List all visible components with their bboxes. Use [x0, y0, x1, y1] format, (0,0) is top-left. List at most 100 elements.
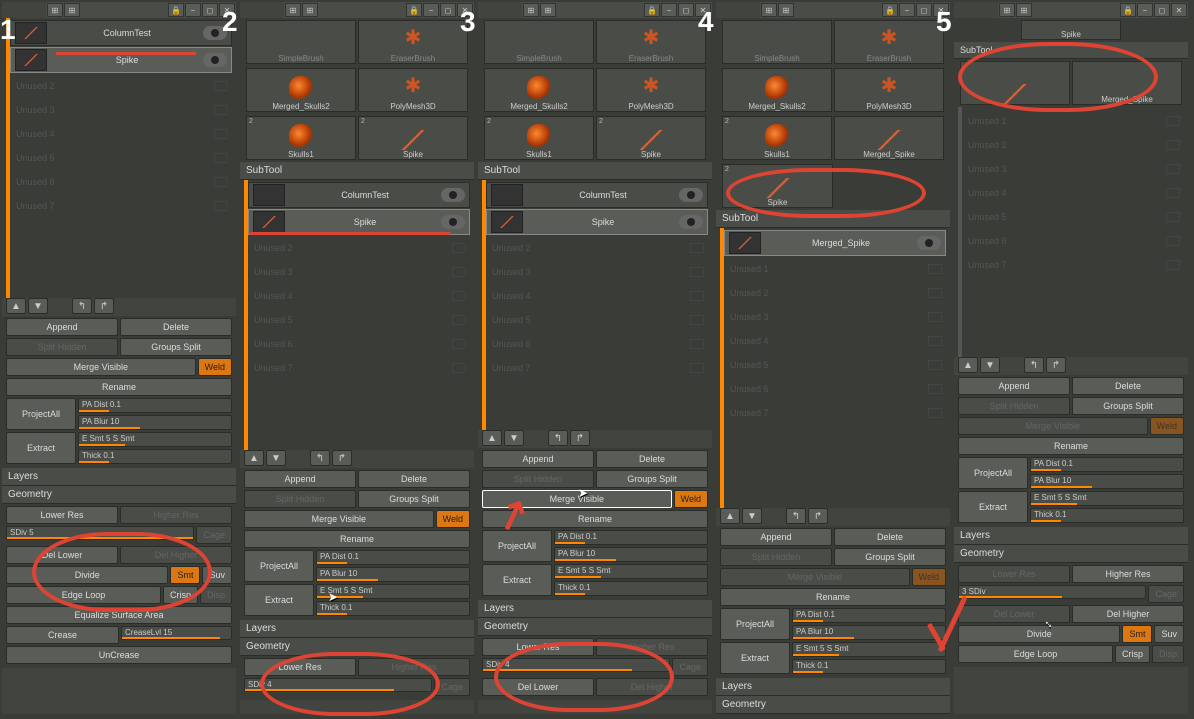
higher-res-button[interactable]: Higher Res [358, 658, 470, 676]
nav-button[interactable]: ↱ [808, 508, 828, 524]
cage-button[interactable]: Cage [196, 526, 232, 544]
append-button[interactable]: Append [482, 450, 594, 468]
sdiv-slider[interactable]: 3 SDiv [958, 585, 1146, 599]
weld-button[interactable]: Weld [674, 490, 708, 508]
subtool-header[interactable]: SubTool [240, 162, 474, 180]
tool-thumb[interactable] [960, 61, 1070, 105]
restore-icon[interactable]: ◻ [1154, 3, 1170, 17]
tool-merged-spike[interactable]: Merged_Spike [834, 116, 944, 160]
smt-button[interactable]: Smt [1122, 625, 1152, 643]
tool-simplebrush[interactable]: SimpleBrush [722, 20, 832, 64]
toolbar-icon[interactable]: ⊞ [64, 3, 80, 17]
merge-visible-button[interactable]: Merge Visible [958, 417, 1148, 435]
toolbar-icon[interactable]: ⊞ [47, 3, 63, 17]
lower-res-button[interactable]: Lower Res [958, 565, 1070, 583]
minimize-icon[interactable]: − [899, 3, 915, 17]
restore-icon[interactable]: ◻ [440, 3, 456, 17]
crisp-button[interactable]: Crisp [1115, 645, 1150, 663]
visibility-toggle-icon[interactable] [441, 215, 465, 229]
weld-button[interactable]: Weld [436, 510, 470, 528]
e-smt-slider[interactable]: E Smt 5 S Smt [1030, 491, 1184, 506]
subtool-header[interactable]: SubTool [954, 42, 1188, 59]
move-up-button[interactable]: ▲ [958, 357, 978, 373]
rename-button[interactable]: Rename [244, 530, 470, 548]
subtool-row-selected[interactable]: Merged_Spike [724, 230, 946, 256]
move-up-button[interactable]: ▲ [6, 298, 26, 314]
tool-spike[interactable]: 2Spike [358, 116, 468, 160]
subtool-row[interactable]: ColumnTest [248, 182, 470, 208]
lower-res-button[interactable]: Lower Res [6, 506, 118, 524]
cage-button[interactable]: Cage [672, 658, 708, 676]
crease-level-slider[interactable]: CreaseLvl 15 [121, 626, 232, 640]
tool-spike[interactable]: 2Spike [722, 164, 833, 208]
higher-res-button[interactable]: Higher Res [596, 638, 708, 656]
rename-button[interactable]: Rename [720, 588, 946, 606]
groups-split-button[interactable]: Groups Split [358, 490, 470, 508]
lock-icon[interactable]: 🔒 [882, 3, 898, 17]
weld-button[interactable]: Weld [912, 568, 946, 586]
restore-icon[interactable]: ◻ [678, 3, 694, 17]
del-higher-button[interactable]: Del Higher [1072, 605, 1184, 623]
geometry-header[interactable]: Geometry [716, 696, 950, 714]
tool-polymesh3d[interactable]: PolyMesh3D [596, 68, 706, 112]
pa-dist-slider[interactable]: PA Dist 0.1 [554, 530, 708, 545]
tool-merged-skulls2[interactable]: Merged_Skulls2 [246, 68, 356, 112]
suv-button[interactable]: Suv [1154, 625, 1184, 643]
lock-icon[interactable]: 🔒 [406, 3, 422, 17]
project-all-button[interactable]: ProjectAll [244, 550, 314, 582]
tool-eraserbrush[interactable]: EraserBrush [596, 20, 706, 64]
split-hidden-button[interactable]: Split Hidden [244, 490, 356, 508]
move-up-button[interactable]: ▲ [244, 450, 264, 466]
delete-button[interactable]: Delete [834, 528, 946, 546]
toolbar-icon[interactable]: ⊞ [285, 3, 301, 17]
minimize-icon[interactable]: − [1137, 3, 1153, 17]
groups-split-button[interactable]: Groups Split [1072, 397, 1184, 415]
extract-button[interactable]: Extract [6, 432, 76, 464]
project-all-button[interactable]: ProjectAll [6, 398, 76, 430]
tool-eraserbrush[interactable]: EraserBrush [358, 20, 468, 64]
move-up-button[interactable]: ▲ [720, 508, 740, 524]
rename-button[interactable]: Rename [958, 437, 1184, 455]
pa-blur-slider[interactable]: PA Blur 10 [78, 415, 232, 430]
move-down-button[interactable]: ▼ [504, 430, 524, 446]
visibility-toggle-icon[interactable] [679, 188, 703, 202]
delete-button[interactable]: Delete [120, 318, 232, 336]
visibility-toggle-icon[interactable] [441, 188, 465, 202]
layers-header[interactable]: Layers [240, 620, 474, 638]
tool-simplebrush[interactable]: SimpleBrush [484, 20, 594, 64]
disp-button[interactable]: Disp [1152, 645, 1184, 663]
nav-button[interactable]: ↱ [332, 450, 352, 466]
toolbar-icon[interactable]: ⊞ [1016, 3, 1032, 17]
sdiv-slider[interactable]: SDiv 4 [482, 658, 670, 672]
lower-res-button[interactable]: Lower Res [244, 658, 356, 676]
visibility-toggle-icon[interactable] [917, 236, 941, 250]
rename-button[interactable]: Rename [6, 378, 232, 396]
minimize-icon[interactable]: − [185, 3, 201, 17]
tool-merged-skulls2[interactable]: Merged_Skulls2 [722, 68, 832, 112]
tool-merged-skulls2[interactable]: Merged_Skulls2 [484, 68, 594, 112]
subtool-row[interactable]: ColumnTest [486, 182, 708, 208]
tool-spike-label[interactable]: Spike [1021, 20, 1121, 40]
delete-button[interactable]: Delete [596, 450, 708, 468]
append-button[interactable]: Append [720, 528, 832, 546]
extract-button[interactable]: Extract [720, 642, 790, 674]
pa-dist-slider[interactable]: PA Dist 0.1 [78, 398, 232, 413]
edge-loop-button[interactable]: Edge Loop [958, 645, 1113, 663]
pa-blur-slider[interactable]: PA Blur 10 [1030, 474, 1184, 489]
e-smt-slider[interactable]: E Smt 5 S Smt [316, 584, 470, 599]
move-down-button[interactable]: ▼ [266, 450, 286, 466]
thick-slider[interactable]: Thick 0.1 [78, 449, 232, 464]
toolbar-icon[interactable]: ⊞ [523, 3, 539, 17]
nav-button[interactable]: ↱ [570, 430, 590, 446]
equalize-button[interactable]: Equalize Surface Area [6, 606, 232, 624]
tool-eraserbrush[interactable]: EraserBrush [834, 20, 944, 64]
groups-split-button[interactable]: Groups Split [596, 470, 708, 488]
pa-blur-slider[interactable]: PA Blur 10 [792, 625, 946, 640]
toolbar-icon[interactable]: ⊞ [302, 3, 318, 17]
del-higher-button[interactable]: Del Higher [120, 546, 232, 564]
layers-header[interactable]: Layers [2, 468, 236, 486]
tool-spike[interactable]: 2Spike [596, 116, 706, 160]
del-higher-button[interactable]: Del Higher [596, 678, 708, 696]
suv-button[interactable]: Suv [202, 566, 232, 584]
merge-visible-button[interactable]: Merge Visible [244, 510, 434, 528]
